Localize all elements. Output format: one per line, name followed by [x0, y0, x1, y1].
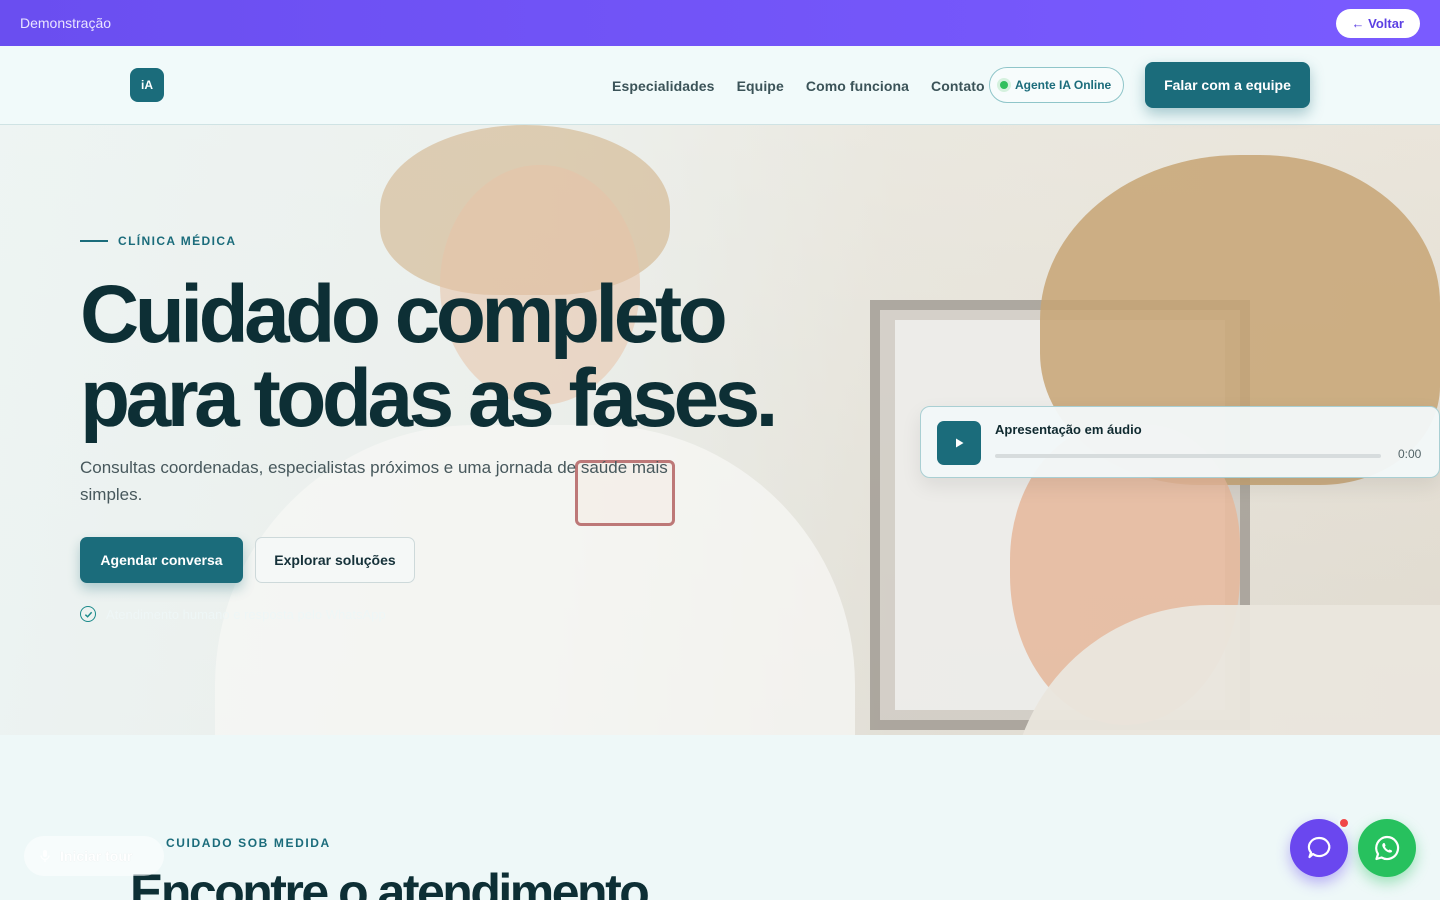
agent-status-label: Agente IA Online: [1015, 78, 1112, 92]
hero-eyebrow-text: CLÍNICA MÉDICA: [118, 234, 237, 248]
audio-time: 0:00: [1398, 447, 1422, 461]
whatsapp-button[interactable]: [1358, 819, 1416, 877]
hero-eyebrow: CLÍNICA MÉDICA: [80, 234, 236, 248]
check-circle-icon: [80, 606, 96, 622]
chat-bubble-icon: [1307, 836, 1331, 859]
demo-label: Demonstração: [20, 15, 112, 31]
start-tour-button[interactable]: Iniciar tour: [24, 836, 164, 876]
talk-to-team-button[interactable]: Falar com a equipe: [1145, 62, 1310, 108]
hero-title: Cuidado completo para todas as fases.: [80, 273, 880, 441]
hero-note-text: Atendimento humano e resposta pelo Whats…: [106, 606, 386, 622]
notification-dot: [1338, 817, 1350, 829]
schedule-button[interactable]: Agendar conversa: [80, 537, 243, 583]
nav-link-como-funciona[interactable]: Como funciona: [806, 78, 909, 94]
eyebrow-line: [80, 240, 108, 242]
main-nav: iA Especialidades Equipe Como funciona C…: [0, 46, 1440, 125]
explore-solutions-button[interactable]: Explorar soluções: [255, 537, 415, 583]
online-dot-icon: [1000, 81, 1008, 89]
nav-links: Especialidades Equipe Como funciona Cont…: [612, 46, 985, 125]
agent-status-pill[interactable]: Agente IA Online: [989, 67, 1125, 103]
section-title: Encontre o atendimento: [130, 864, 650, 900]
audio-title: Apresentação em áudio: [995, 422, 1142, 437]
hero-subtitle: Consultas coordenadas, especialistas pró…: [80, 458, 668, 504]
start-tour-label: Iniciar tour: [60, 848, 133, 864]
hero-section: CLÍNICA MÉDICA Cuidado completo para tod…: [0, 125, 1440, 735]
demo-bar: Demonstração ← Voltar: [0, 0, 1440, 46]
nav-link-contato[interactable]: Contato: [931, 78, 985, 94]
audio-progress-track[interactable]: [995, 454, 1381, 458]
hero-note: Atendimento humano e resposta pelo Whats…: [80, 606, 386, 622]
play-icon: [956, 438, 964, 448]
section-eyebrow: CUIDADO SOB MEDIDA: [166, 836, 331, 850]
audio-player: Apresentação em áudio 0:00: [920, 406, 1440, 478]
nav-link-especialidades[interactable]: Especialidades: [612, 78, 715, 94]
microphone-icon: [40, 850, 50, 862]
whatsapp-icon: [1375, 835, 1400, 861]
nav-link-equipe[interactable]: Equipe: [737, 78, 784, 94]
back-button[interactable]: ← Voltar: [1335, 8, 1420, 38]
hero-title-line-1: Cuidado completo: [80, 269, 728, 360]
hero-title-line-2: para todas as fases.: [80, 353, 778, 444]
logo[interactable]: iA: [130, 68, 164, 102]
play-button[interactable]: [937, 421, 981, 465]
